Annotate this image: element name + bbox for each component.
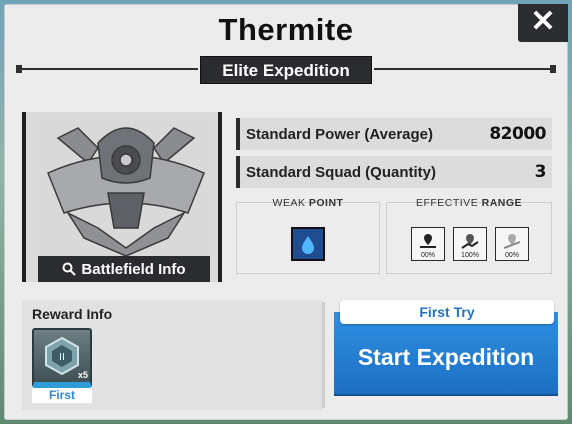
range-near-icon[interactable]: 00% [411,227,445,261]
standard-squad-row: Standard Squad (Quantity) 3 [236,156,552,188]
effective-range-title-b: RANGE [481,197,523,209]
svg-text:II: II [59,352,65,363]
reward-info-panel: Reward Info II x5 First [22,300,322,410]
range-mid-icon[interactable]: 100% [453,227,487,261]
reward-divider [322,302,325,408]
effective-range-title-a: EFFECTIVE [415,197,479,209]
battlefield-info-button[interactable]: Battlefield Info [38,256,210,282]
range-far-pct: 00% [504,252,519,259]
reward-info-label: Reward Info [32,306,113,322]
battlefield-info-label: Battlefield Info [81,260,186,278]
effective-range-title: EFFECTIVE RANGE [387,197,551,209]
reward-item-icon[interactable]: II x5 [32,328,92,388]
reward-first-tag: First [32,388,92,403]
range-far-icon[interactable]: 00% [495,227,529,261]
close-button[interactable]: ✕ [518,4,568,42]
weak-point-title-b: POINT [308,197,344,209]
standard-power-label: Standard Power (Average) [246,125,433,143]
weak-point-panel: WEAK POINT [236,197,380,274]
expedition-dialog: Thermite ✕ Elite Expedition Battlefield … [4,4,568,420]
weak-point-title: WEAK POINT [237,197,379,209]
water-drop-icon[interactable] [291,227,325,261]
standard-squad-value: 3 [534,162,547,182]
search-icon [62,262,77,276]
weak-point-title-a: WEAK [272,197,306,209]
standard-power-value: 82000 [489,124,546,144]
mode-subtitle: Elite Expedition [200,56,372,84]
boss-mech-image [38,118,214,258]
standard-squad-label: Standard Squad (Quantity) [246,163,437,181]
reward-item-count: x5 [77,370,88,380]
standard-power-row: Standard Power (Average) 82000 [236,118,552,150]
range-mid-pct: 100% [461,252,479,259]
range-near-pct: 00% [420,252,435,259]
boss-title: Thermite [218,12,354,47]
first-try-badge: First Try [340,300,554,324]
start-expedition-button[interactable]: Start Expedition [334,312,558,394]
effective-range-panel: EFFECTIVE RANGE 00% 100% 00% [386,197,552,274]
